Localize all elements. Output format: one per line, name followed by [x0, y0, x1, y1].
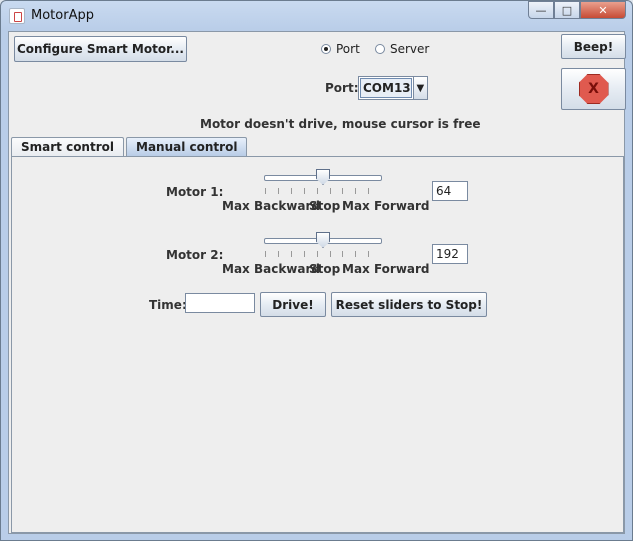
- stop-sign-icon: X: [578, 74, 609, 104]
- maximize-button[interactable]: □: [554, 1, 580, 19]
- status-text: Motor doesn't drive, mouse cursor is fre…: [200, 117, 481, 131]
- time-input[interactable]: [185, 293, 255, 313]
- port-combo[interactable]: COM13 ▼: [358, 76, 428, 100]
- slider-tick: [342, 188, 344, 194]
- motor1-slider[interactable]: [264, 169, 382, 198]
- port-radio[interactable]: Port: [321, 42, 360, 56]
- slider-tick: [290, 251, 292, 257]
- slider-tick: [355, 251, 357, 257]
- slider-tick: [303, 251, 305, 257]
- port-radio-label: Port: [336, 42, 360, 56]
- server-radio-indicator: [375, 44, 385, 54]
- slider-tick: [329, 188, 331, 194]
- port-combo-value: COM13: [360, 78, 412, 98]
- slider-tick: [316, 188, 318, 194]
- port-radio-indicator: [321, 44, 331, 54]
- motor2-scale-left: Max Backward: [222, 262, 320, 276]
- manual-control-panel: Motor 1: Max Backward Stop Max Forward 6…: [11, 156, 624, 533]
- motor2-value-field[interactable]: 192: [432, 244, 468, 264]
- motor1-scale-left: Max Backward: [222, 199, 320, 213]
- server-radio[interactable]: Server: [375, 42, 429, 56]
- motor1-value-field[interactable]: 64: [432, 181, 468, 201]
- java-cup-icon: [9, 8, 25, 24]
- reset-sliders-button[interactable]: Reset sliders to Stop!: [331, 292, 487, 317]
- window-title: MotorApp: [31, 8, 94, 23]
- tab-strip: Smart control Manual control: [11, 137, 249, 157]
- stop-button[interactable]: X: [561, 68, 626, 110]
- slider-tick: [368, 188, 370, 194]
- beep-button[interactable]: Beep!: [561, 34, 626, 59]
- slider-tick: [368, 251, 370, 257]
- motor2-label: Motor 2:: [166, 248, 224, 262]
- drive-button[interactable]: Drive!: [260, 292, 326, 317]
- tab-smart-control[interactable]: Smart control: [11, 137, 124, 156]
- content-pane: Configure Smart Motor... Port Server Bee…: [8, 31, 626, 534]
- motor1-slider-thumb[interactable]: [316, 169, 330, 185]
- slider-tick: [265, 251, 266, 257]
- tab-manual-control[interactable]: Manual control: [126, 137, 248, 156]
- motor1-scale-mid: Stop: [309, 199, 341, 213]
- motor2-scale-right: Max Forward: [342, 262, 430, 276]
- server-radio-label: Server: [390, 42, 430, 56]
- time-label: Time:: [149, 298, 187, 312]
- slider-tick: [316, 251, 318, 257]
- slider-tick: [277, 251, 279, 257]
- slider-tick: [329, 251, 331, 257]
- configure-smart-motor-button[interactable]: Configure Smart Motor...: [14, 36, 187, 62]
- slider-tick: [265, 188, 266, 194]
- slider-tick: [342, 251, 344, 257]
- motor1-scale-right: Max Forward: [342, 199, 430, 213]
- minimize-button[interactable]: —: [528, 1, 554, 19]
- close-button[interactable]: ✕: [580, 1, 626, 19]
- slider-tick: [355, 188, 357, 194]
- port-field-label: Port:: [325, 81, 359, 95]
- motor1-label: Motor 1:: [166, 185, 224, 199]
- slider-tick: [303, 188, 305, 194]
- motor2-slider-thumb[interactable]: [316, 232, 330, 248]
- slider-tick: [277, 188, 279, 194]
- motor2-scale-mid: Stop: [309, 262, 341, 276]
- app-window: MotorApp — □ ✕ Configure Smart Motor... …: [0, 0, 633, 541]
- chevron-down-icon[interactable]: ▼: [412, 77, 427, 99]
- motor2-slider[interactable]: [264, 232, 382, 261]
- title-bar[interactable]: MotorApp — □ ✕: [1, 1, 632, 31]
- slider-tick: [290, 188, 292, 194]
- window-controls: — □ ✕: [528, 1, 626, 21]
